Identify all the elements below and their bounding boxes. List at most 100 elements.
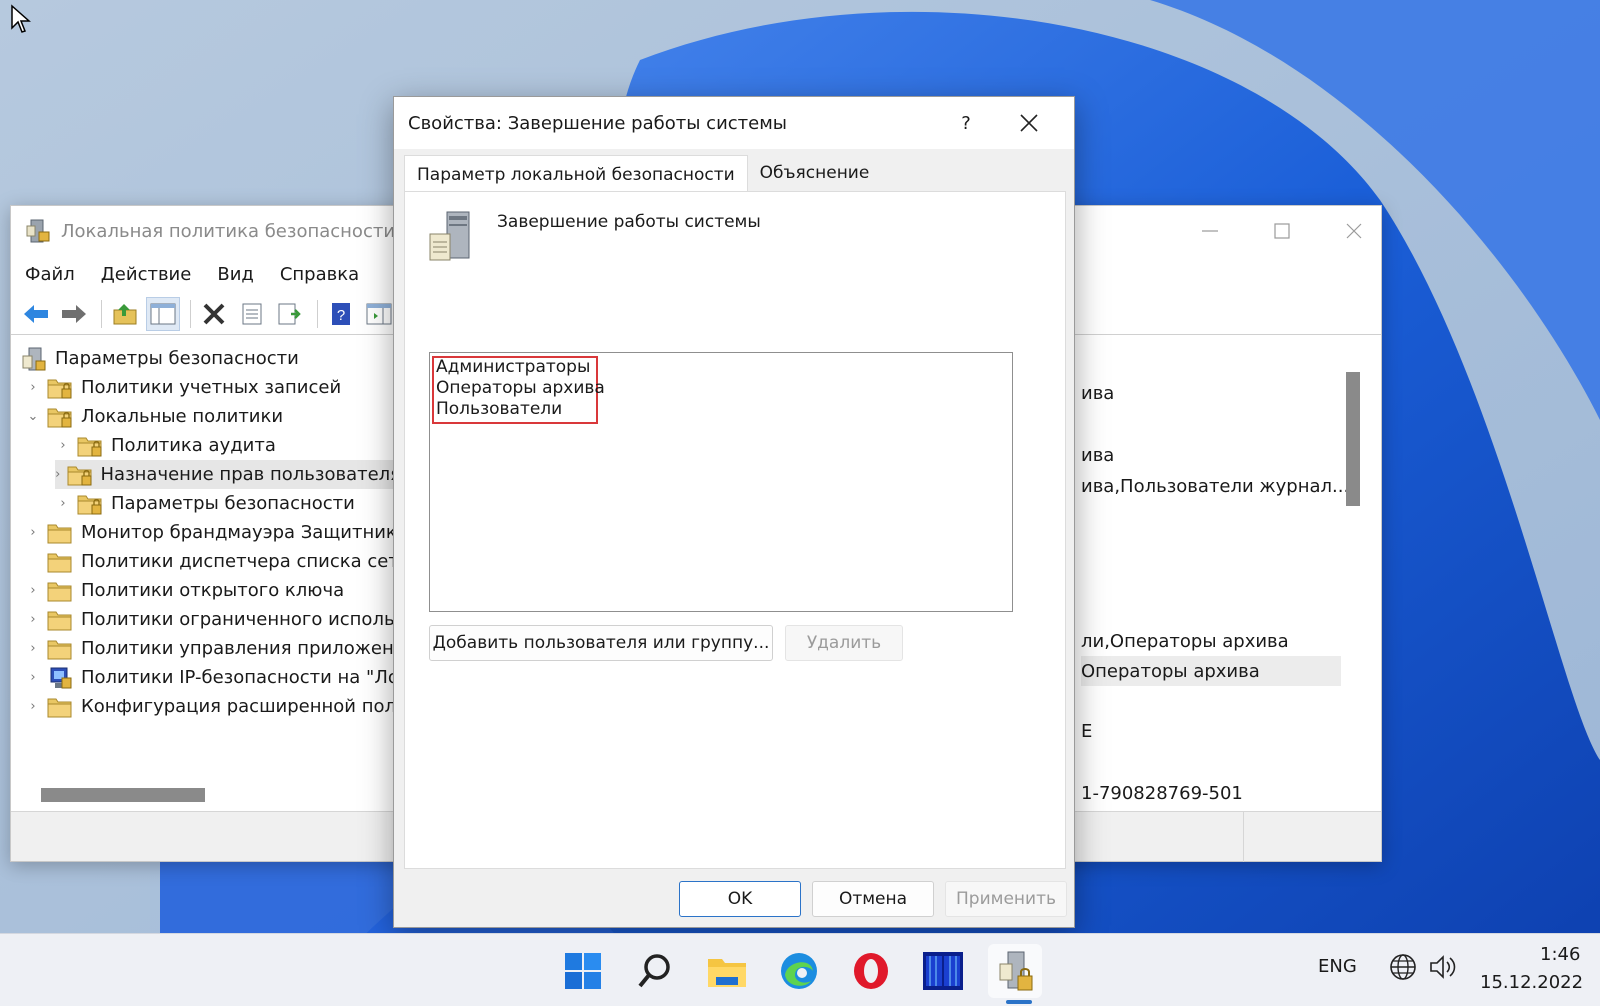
- menu-action[interactable]: Действие: [101, 264, 192, 285]
- tree-expander-icon[interactable]: ›: [55, 438, 71, 453]
- tree-node[interactable]: › Монитор брандмауэра Защитника: [25, 518, 401, 547]
- policy-row[interactable]: ива: [1081, 378, 1114, 408]
- tree-node-label: Монитор брандмауэра Защитника: [81, 522, 401, 543]
- tree-expander-icon[interactable]: ›: [25, 699, 41, 714]
- tree-node[interactable]: › Политики IP-безопасности на "Лок: [25, 663, 401, 692]
- opera-browser-button[interactable]: [844, 944, 898, 998]
- list-item[interactable]: Пользователи: [436, 399, 562, 420]
- minimize-button[interactable]: [1187, 212, 1233, 250]
- clock-date[interactable]: 15.12.2022: [1480, 972, 1583, 993]
- clock-time[interactable]: 1:46: [1540, 944, 1580, 965]
- cancel-button[interactable]: Отмена: [812, 881, 934, 917]
- tree-expander-icon[interactable]: ›: [25, 670, 41, 685]
- tree-node[interactable]: › Политика аудита: [55, 431, 276, 460]
- remove-button[interactable]: Удалить: [785, 625, 903, 661]
- policy-row[interactable]: ива: [1081, 440, 1114, 470]
- tree-node[interactable]: › Конфигурация расширенной поли: [25, 692, 401, 721]
- add-user-button[interactable]: Добавить пользователя или группу...: [429, 625, 773, 661]
- policy-name: Завершение работы системы: [497, 212, 761, 232]
- policy-row[interactable]: ли,Операторы архива: [1081, 626, 1289, 656]
- help-button[interactable]: ?: [324, 297, 358, 331]
- up-level-button[interactable]: [108, 297, 142, 331]
- tree-expander-icon[interactable]: ›: [25, 583, 41, 598]
- console-tree: Параметры безопасности › Политики учетных …: [11, 338, 401, 778]
- search-button[interactable]: [628, 944, 682, 998]
- menu-file[interactable]: Файл: [25, 264, 75, 285]
- tree-node-label: Параметры безопасности: [111, 493, 355, 514]
- far-manager-button[interactable]: [916, 944, 970, 998]
- dialog-title: Свойства: Завершение работы системы: [408, 112, 788, 134]
- tree-node-label: Политики управления приложения: [81, 638, 401, 659]
- input-language-indicator[interactable]: ENG: [1318, 956, 1357, 977]
- export-list-button[interactable]: [273, 297, 307, 331]
- menu-view[interactable]: Вид: [217, 264, 254, 285]
- console-tree-icon: [150, 303, 176, 324]
- show-hide-tree-button[interactable]: [146, 296, 180, 331]
- tree-node[interactable]: › Политики открытого ключа: [25, 576, 344, 605]
- tree-node[interactable]: › Политики ограниченного использо: [25, 605, 401, 634]
- tree-node[interactable]: › Политики управления приложения: [25, 634, 401, 663]
- globe-network-icon[interactable]: [1388, 952, 1418, 982]
- tree-node[interactable]: › Политики учетных записей: [25, 373, 341, 402]
- file-explorer-button[interactable]: [700, 944, 754, 998]
- close-icon: [1020, 114, 1038, 132]
- policy-row[interactable]: Е: [1081, 716, 1092, 746]
- policy-row-value: Е: [1081, 720, 1093, 742]
- toolbar-separator: [101, 299, 102, 328]
- tree-node[interactable]: › Параметры безопасности: [55, 489, 355, 518]
- users-groups-list[interactable]: Администраторы Операторы архива Пользова…: [429, 352, 1013, 612]
- menu-help[interactable]: Справка: [280, 264, 359, 285]
- security-policy-taskbar-button[interactable]: [988, 944, 1042, 998]
- policy-row[interactable]: ива,Пользователи журнал...: [1081, 471, 1349, 501]
- start-button[interactable]: [556, 944, 610, 998]
- tree-node[interactable]: Параметры безопасности: [21, 344, 299, 373]
- action-pane-icon: [366, 303, 392, 324]
- policy-row-value: ива: [1081, 382, 1115, 404]
- tree-expander-icon[interactable]: ›: [25, 612, 41, 627]
- forward-button[interactable]: [57, 297, 91, 331]
- tab-explain[interactable]: Объяснение: [748, 155, 882, 191]
- volume-icon[interactable]: [1428, 952, 1458, 982]
- minimize-icon: [1202, 230, 1218, 232]
- tree-node-label: Политики IP-безопасности на "Лок: [81, 667, 401, 688]
- edge-browser-button[interactable]: [772, 944, 826, 998]
- tree-node[interactable]: Политики диспетчера списка сетей: [25, 547, 401, 576]
- tree-node[interactable]: › Назначение прав пользователя: [55, 460, 401, 489]
- vertical-scrollbar-thumb[interactable]: [1346, 372, 1360, 506]
- tree-node[interactable]: ⌄ Локальные политики: [25, 402, 283, 431]
- export-list-icon: [278, 303, 301, 324]
- delete-button[interactable]: [197, 297, 231, 331]
- tree-expander-icon[interactable]: ›: [25, 380, 41, 395]
- tree-expander-icon[interactable]: ⌄: [25, 409, 41, 424]
- edge-icon: [781, 953, 817, 989]
- policy-folder-icon: [47, 640, 72, 659]
- policy-row[interactable]: 1-790828769-501: [1081, 778, 1243, 808]
- tree-node-label: Назначение прав пользователя: [100, 464, 401, 485]
- search-icon: [638, 954, 670, 988]
- status-bar-divider: [1243, 812, 1244, 862]
- tab-local-security-setting[interactable]: Параметр локальной безопасности: [404, 155, 748, 193]
- horizontal-scrollbar-thumb[interactable]: [41, 788, 205, 802]
- windows-logo-icon: [565, 953, 601, 989]
- list-item[interactable]: Операторы архива: [436, 378, 605, 399]
- toolbar-separator: [317, 299, 318, 328]
- properties-button[interactable]: [235, 297, 269, 331]
- policy-row-selected[interactable]: Операторы архива: [1081, 656, 1341, 686]
- apply-button[interactable]: Применить: [945, 881, 1067, 917]
- tree-expander-icon[interactable]: ›: [55, 467, 61, 482]
- show-action-pane-button[interactable]: [362, 297, 396, 331]
- server-policy-icon: [429, 211, 470, 261]
- dialog-close-button[interactable]: [1006, 103, 1052, 143]
- tree-expander-icon[interactable]: ›: [25, 525, 41, 540]
- policy-row-value: ива,Пользователи журнал...: [1081, 475, 1350, 497]
- back-button[interactable]: [19, 297, 53, 331]
- list-item[interactable]: Администраторы: [436, 357, 590, 378]
- opera-icon: [854, 953, 888, 989]
- horizontal-scrollbar[interactable]: [11, 782, 401, 802]
- ok-button[interactable]: OK: [679, 881, 801, 917]
- tree-expander-icon[interactable]: ›: [55, 496, 71, 511]
- dialog-help-button[interactable]: ?: [946, 107, 986, 139]
- tree-expander-icon[interactable]: ›: [25, 641, 41, 656]
- close-button[interactable]: [1331, 212, 1377, 250]
- maximize-button[interactable]: [1259, 212, 1305, 250]
